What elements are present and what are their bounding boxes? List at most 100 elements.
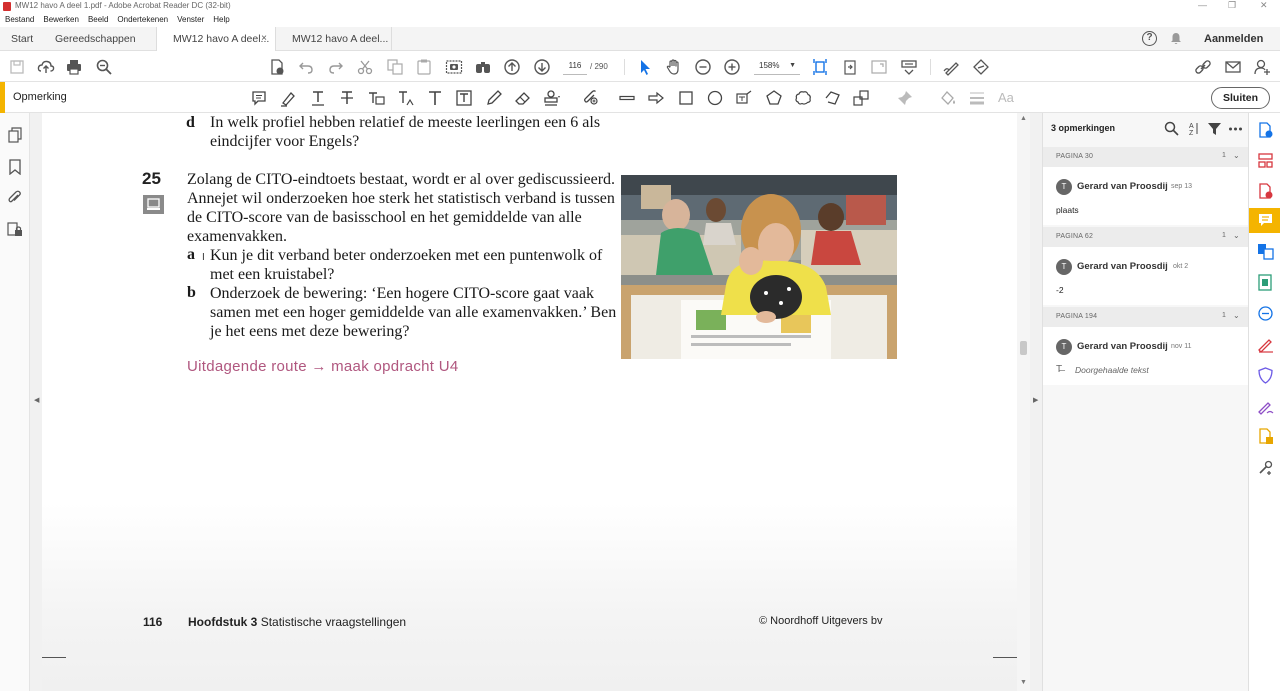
sticky-note-icon[interactable] [250, 89, 268, 107]
replace-text-icon[interactable] [367, 89, 385, 107]
upload-cloud-icon[interactable] [37, 58, 55, 76]
hand-tool-icon[interactable] [665, 58, 683, 76]
snapshot-icon[interactable] [445, 58, 463, 76]
comment-item[interactable]: T Gerard van Proosdij sep 13 plaats [1043, 167, 1249, 225]
redo-icon[interactable] [327, 58, 345, 76]
help-icon[interactable]: ? [1142, 31, 1157, 46]
menu-bewerken[interactable]: Bewerken [43, 13, 79, 27]
fill-sign-icon[interactable] [943, 58, 961, 76]
add-text-icon[interactable] [426, 89, 444, 107]
zoom-search-icon[interactable] [95, 58, 113, 76]
select-pointer-icon[interactable] [636, 58, 654, 76]
next-page-icon[interactable] [533, 58, 551, 76]
left-pane-toggle[interactable]: ◀ [30, 113, 42, 691]
convert-document-icon[interactable] [268, 58, 286, 76]
close-comment-button[interactable]: Sluiten [1211, 87, 1270, 109]
menu-ondertekenen[interactable]: Ondertekenen [117, 13, 168, 27]
insert-text-icon[interactable] [397, 89, 415, 107]
export-pdf-icon[interactable] [1257, 122, 1274, 139]
fill-color-icon[interactable] [939, 89, 957, 107]
save-icon[interactable] [8, 58, 26, 76]
page-thumbnails-icon[interactable] [7, 127, 23, 143]
page-number-input[interactable] [563, 57, 587, 75]
menu-bestand[interactable]: Bestand [5, 13, 34, 27]
protect-shield-icon[interactable] [1257, 367, 1274, 384]
polygon-tool-icon[interactable] [765, 89, 783, 107]
menu-help[interactable]: Help [213, 13, 229, 27]
comment-group-header[interactable]: PAGINA 194 1 ⌄ [1043, 307, 1249, 327]
text-callout-icon[interactable] [735, 89, 753, 107]
copy-icon[interactable] [386, 58, 404, 76]
stamp-icon[interactable] [543, 89, 561, 107]
line-weight-icon[interactable] [968, 89, 986, 107]
more-tools-icon[interactable] [1257, 459, 1274, 476]
search-icon[interactable] [1164, 121, 1179, 136]
email-icon[interactable] [1224, 58, 1242, 76]
previous-page-icon[interactable] [503, 58, 521, 76]
undo-icon[interactable] [297, 58, 315, 76]
tab-document-1[interactable]: MW12 havo A deel... × [156, 27, 276, 52]
bookmarks-icon[interactable] [7, 159, 23, 175]
underline-text-icon[interactable] [309, 89, 327, 107]
scan-ocr-icon[interactable] [1257, 305, 1274, 322]
pencil-draw-icon[interactable] [485, 89, 503, 107]
rectangle-tool-icon[interactable] [677, 89, 695, 107]
eraser-icon[interactable] [514, 89, 532, 107]
right-pane-toggle[interactable]: ▶ [1030, 113, 1042, 691]
attachments-icon[interactable] [7, 190, 23, 206]
chevron-down-icon[interactable]: ⌄ [1233, 231, 1240, 240]
add-user-icon[interactable] [1253, 58, 1271, 76]
send-for-review-icon[interactable] [1257, 428, 1274, 445]
comment-tool-icon[interactable] [1257, 212, 1274, 229]
comment-item[interactable]: T Gerard van Proosdij okt 2 -2 [1043, 247, 1249, 305]
comment-group-header[interactable]: PAGINA 62 1 ⌄ [1043, 227, 1249, 247]
strikethrough-icon[interactable] [338, 89, 356, 107]
close-window-button[interactable]: ✕ [1260, 0, 1268, 11]
oval-tool-icon[interactable] [706, 89, 724, 107]
chevron-down-icon[interactable]: ⌄ [1233, 311, 1240, 320]
text-box-icon[interactable] [455, 89, 473, 107]
print-icon[interactable] [65, 58, 83, 76]
comment-item[interactable]: T Gerard van Proosdij nov 11 T̶ Doorgeha… [1043, 327, 1249, 385]
challenge-route-link[interactable]: Uitdagende route → maak opdracht U4 [187, 358, 458, 375]
export-sheet-icon[interactable] [1257, 274, 1274, 291]
paste-icon[interactable] [415, 58, 433, 76]
tab-document-2[interactable]: MW12 havo A deel... [276, 27, 392, 51]
filter-icon[interactable] [1207, 121, 1222, 136]
combine-files-icon[interactable] [1257, 243, 1274, 260]
security-lock-icon[interactable] [7, 221, 23, 237]
cut-icon[interactable] [356, 58, 374, 76]
sign-in-button[interactable]: Aanmelden [1204, 27, 1263, 51]
notification-bell-icon[interactable] [1170, 32, 1182, 45]
send-for-signature-icon[interactable] [972, 58, 990, 76]
sort-icon[interactable]: AZ [1186, 121, 1201, 136]
zoom-in-icon[interactable] [723, 58, 741, 76]
organize-pages-icon[interactable] [1257, 152, 1274, 169]
line-tool-icon[interactable] [618, 89, 636, 107]
tab-close-icon[interactable]: × [261, 27, 267, 51]
scroll-down-icon[interactable]: ▼ [1020, 679, 1027, 686]
rotate-view-icon[interactable] [841, 58, 859, 76]
menu-beeld[interactable]: Beeld [88, 13, 108, 27]
arrow-tool-icon[interactable] [647, 89, 665, 107]
polyline-tool-icon[interactable] [823, 89, 841, 107]
highlight-icon[interactable] [279, 89, 297, 107]
tab-tools[interactable]: Gereedschappen [55, 27, 136, 51]
zoom-out-icon[interactable] [694, 58, 712, 76]
comment-group-header[interactable]: PAGINA 30 1 ⌄ [1043, 147, 1249, 167]
share-link-icon[interactable] [1194, 58, 1212, 76]
scroll-up-icon[interactable]: ▲ [1020, 115, 1027, 122]
fill-and-sign-icon[interactable] [1257, 336, 1274, 353]
fit-page-icon[interactable] [811, 58, 829, 76]
connected-shapes-icon[interactable] [852, 89, 870, 107]
full-screen-icon[interactable] [870, 58, 888, 76]
zoom-level-select[interactable]: 158% ▼ [754, 57, 800, 75]
text-properties-icon[interactable]: Aa [998, 89, 1020, 107]
request-signature-icon[interactable] [1257, 398, 1274, 415]
scroll-thumb[interactable] [1020, 341, 1027, 355]
vertical-scrollbar[interactable]: ▲ ▼ [1017, 113, 1030, 691]
maximize-button[interactable]: ❐ [1228, 0, 1236, 11]
pin-icon[interactable] [896, 89, 914, 107]
document-view[interactable]: d In welk profiel hebben relatief de mee… [42, 113, 1017, 691]
create-pdf-icon[interactable] [1257, 183, 1274, 200]
